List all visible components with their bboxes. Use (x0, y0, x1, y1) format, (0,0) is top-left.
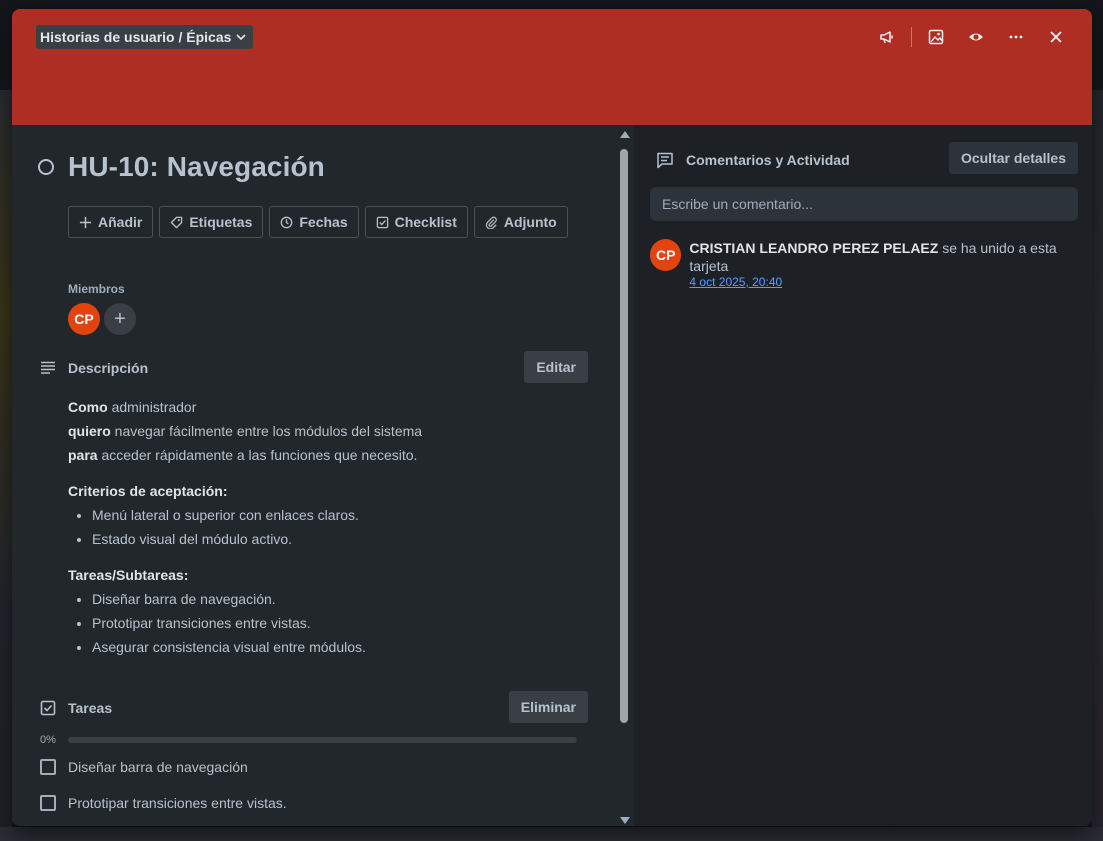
labels-button[interactable]: Etiquetas (159, 206, 264, 238)
close-button[interactable] (1036, 23, 1076, 51)
eye-icon (969, 33, 983, 41)
cover-separator (911, 27, 912, 47)
announce-button[interactable] (867, 23, 907, 51)
want-keyword: quiero (68, 423, 111, 439)
purpose-keyword: para (68, 447, 98, 463)
chevron-down-icon (236, 34, 246, 41)
board-background-right (1092, 90, 1103, 830)
description-icon (41, 361, 55, 374)
card-main-panel: HU-10: Navegación Añadir Etiquetas Fecha… (12, 125, 634, 826)
cover-image-button[interactable] (916, 23, 956, 51)
board-background-left (0, 90, 12, 830)
want-text: navegar fácilmente entre los módulos del… (114, 423, 423, 439)
checklist-header: Tareas (40, 700, 112, 716)
description-line-purpose: para acceder rápidamente a las funciones… (68, 443, 588, 467)
list-item: Menú lateral o superior con enlaces clar… (92, 503, 588, 527)
more-icon (1009, 35, 1023, 39)
checklist-item[interactable]: Prototipar transiciones entre vistas. (40, 795, 287, 811)
activity-header: Comentarios y Actividad (656, 151, 850, 169)
tasks-title: Tareas/Subtareas: (68, 567, 189, 583)
role-keyword: Como (68, 399, 108, 415)
checklist-item-checkbox[interactable] (40, 795, 56, 811)
list-item: Diseñar barra de navegación. (92, 587, 588, 611)
dates-button[interactable]: Fechas (269, 206, 359, 238)
members-list: CP + (68, 303, 136, 335)
checklist-button[interactable]: Checklist (364, 206, 468, 238)
add-button[interactable]: Añadir (68, 206, 154, 238)
activity-user: CRISTIAN LEANDRO PEREZ PELAEZ (689, 240, 939, 256)
edit-description-button[interactable]: Editar (524, 351, 588, 383)
card-cover: Historias de usuario / Épicas (12, 9, 1092, 125)
more-options-button[interactable] (996, 23, 1036, 51)
checklist-button-label: Checklist (394, 214, 457, 230)
role-text: administrador (111, 399, 197, 415)
watch-button[interactable] (956, 23, 996, 51)
scroll-down-arrow[interactable] (620, 817, 630, 824)
list-name: Historias de usuario / Épicas (40, 29, 232, 45)
scroll-thumb[interactable] (620, 149, 628, 723)
activity-text: CRISTIAN LEANDRO PEREZ PELAEZ se ha unid… (689, 239, 1092, 275)
complete-toggle[interactable] (38, 159, 54, 175)
activity-timestamp[interactable]: 4 oct 2025, 20:40 (689, 275, 1092, 289)
scroll-up-arrow[interactable] (620, 131, 630, 138)
list-item: Estado visual del módulo activo. (92, 527, 588, 551)
megaphone-icon (880, 31, 893, 44)
checklist-item-label[interactable]: Diseñar barra de navegación (68, 759, 248, 775)
tasks-list: Diseñar barra de navegación. Prototipar … (92, 587, 588, 659)
list-item: Asegurar consistencia visual entre módul… (92, 635, 588, 659)
checklist-progress-bar (68, 737, 577, 743)
plus-icon (79, 216, 92, 228)
paperclip-icon (485, 216, 497, 229)
clock-icon (281, 216, 293, 228)
criteria-title: Criterios de aceptación: (68, 483, 228, 499)
close-icon (1050, 31, 1062, 43)
attachment-button-label: Adjunto (503, 214, 557, 230)
hide-details-button[interactable]: Ocultar detalles (948, 142, 1078, 174)
add-member-button[interactable]: + (104, 303, 136, 335)
dates-button-label: Fechas (299, 214, 348, 230)
activity-panel: Comentarios y Actividad Ocultar detalles… (634, 125, 1092, 826)
scrollbar[interactable] (616, 129, 632, 826)
activity-entry: CP CRISTIAN LEANDRO PEREZ PELAEZ se ha u… (650, 239, 1092, 289)
comment-icon (657, 152, 673, 169)
add-button-label: Añadir (98, 214, 143, 230)
attachment-button[interactable]: Adjunto (473, 206, 568, 238)
labels-button-label: Etiquetas (189, 214, 253, 230)
description-header: Descripción (40, 360, 148, 376)
card-detail-modal: Historias de usuario / Épicas HU-10: Nav… (12, 9, 1092, 826)
description-line-role: Como administrador (68, 395, 588, 419)
description-line-want: quiero navegar fácilmente entre los módu… (68, 419, 588, 443)
card-title-row: HU-10: Navegación (38, 151, 325, 183)
list-item: Prototipar transiciones entre vistas. (92, 611, 588, 635)
member-avatar[interactable]: CP (68, 303, 100, 335)
checklist-icon (40, 700, 56, 716)
avatar[interactable]: CP (650, 239, 682, 271)
delete-checklist-button[interactable]: Eliminar (508, 691, 588, 723)
checklist-item[interactable]: Diseñar barra de navegación (40, 759, 248, 775)
checklist-progress-label: 0% (40, 734, 56, 746)
cover-actions (867, 23, 1076, 51)
checklist-title[interactable]: Tareas (68, 700, 112, 716)
checklist-item-checkbox[interactable] (40, 759, 56, 775)
criteria-list: Menú lateral o superior con enlaces clar… (92, 503, 588, 551)
tag-icon (171, 216, 183, 228)
checklist-item-label[interactable]: Prototipar transiciones entre vistas. (68, 795, 287, 811)
image-icon (928, 29, 944, 45)
card-action-buttons: Añadir Etiquetas Fechas Checklist Adjunt… (68, 206, 568, 238)
description-title: Descripción (68, 360, 149, 376)
card-title[interactable]: HU-10: Navegación (68, 151, 325, 183)
activity-title: Comentarios y Actividad (686, 152, 850, 168)
members-label: Miembros (68, 282, 125, 296)
checklist-icon (376, 216, 388, 228)
board-background-bottom (0, 827, 1103, 841)
list-selector[interactable]: Historias de usuario / Épicas (36, 25, 254, 49)
purpose-text: acceder rápidamente a las funciones que … (101, 447, 418, 463)
comment-input[interactable] (650, 187, 1078, 221)
description-body: Como administrador quiero navegar fácilm… (68, 395, 588, 659)
